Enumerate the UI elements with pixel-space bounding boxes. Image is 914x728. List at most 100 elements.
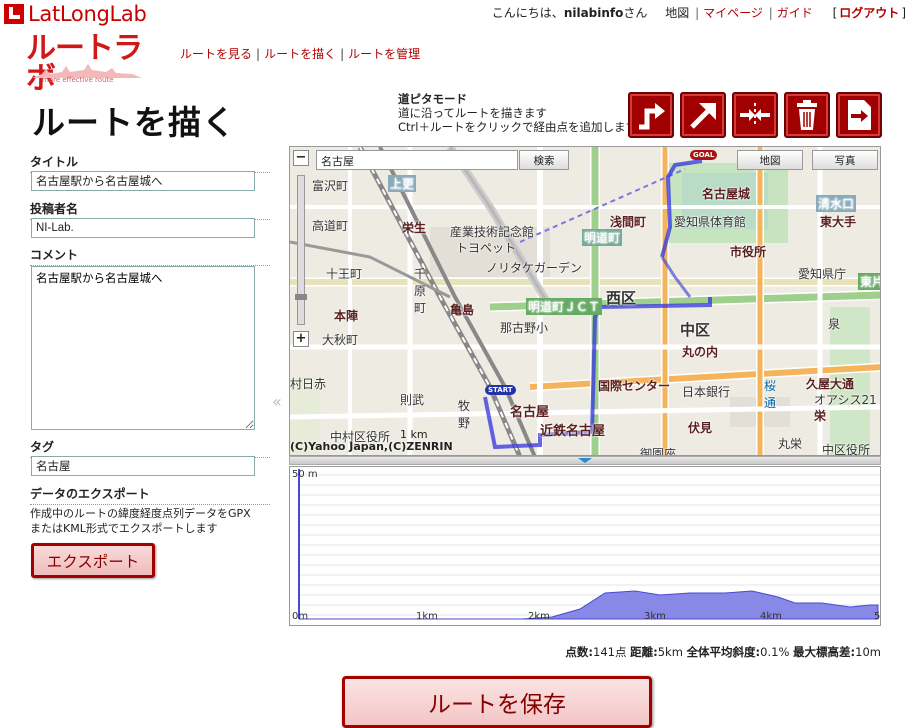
profile-y-top: 50 m xyxy=(292,469,318,480)
sub-nav-view-routes[interactable]: ルートを見る xyxy=(180,47,252,61)
map-search-input[interactable]: 名古屋 xyxy=(316,150,518,170)
delete-route-button[interactable] xyxy=(784,92,830,138)
zoom-slider[interactable] xyxy=(295,175,307,325)
map-label: 則武 xyxy=(400,393,425,407)
map-label: 十王町 xyxy=(326,267,363,281)
toggle-arrow-icon xyxy=(578,458,592,463)
elevation-chart xyxy=(298,469,880,620)
map-label: 伏見 xyxy=(688,421,713,435)
zoom-in-button[interactable]: + xyxy=(293,331,309,347)
map-label: 中区 xyxy=(680,321,711,339)
map-label: 桜通 xyxy=(764,379,777,410)
tag-input[interactable] xyxy=(31,456,255,476)
map-label: 牧野 xyxy=(458,399,471,430)
profile-x-tick: 1km xyxy=(416,611,438,622)
map-label: 愛知県体育館 xyxy=(674,215,747,229)
author-input[interactable] xyxy=(31,218,255,238)
page-title: ルートを描く xyxy=(32,103,236,142)
map-label: 産業技術記念館 xyxy=(450,225,535,239)
elevation-label: 最大標高差: xyxy=(793,645,856,659)
map-label: 清水口 xyxy=(816,195,857,212)
map-label: 上更 xyxy=(388,175,417,192)
comment-textarea[interactable]: 名古屋駅から名古屋城へ xyxy=(31,266,255,430)
save-route-button[interactable]: ルートを保存 xyxy=(342,676,652,728)
logout-link[interactable]: ログアウト xyxy=(839,6,899,20)
elevation-profile: 50 m 0m 1km 2km 3km 4km 5 xyxy=(289,466,881,626)
profile-x-tick: 5 xyxy=(874,611,881,622)
map-label: 日本銀行 xyxy=(682,385,731,399)
snap-route-button[interactable] xyxy=(628,92,674,138)
points-value: 141点 xyxy=(593,645,627,659)
nav-map-link[interactable]: 地図 xyxy=(665,6,689,20)
export-file-button[interactable] xyxy=(836,92,882,138)
nav-mypage-link[interactable]: マイページ xyxy=(703,6,763,20)
map-search-button[interactable]: 検索 xyxy=(519,150,569,170)
sub-nav: ルートを見る | ルートを描く | ルートを管理 xyxy=(180,47,421,61)
map-label: ノリタケガーデン xyxy=(486,261,583,275)
mode-title: 道ピタモード xyxy=(398,92,467,106)
map-label: 東片 xyxy=(858,273,880,290)
export-file-icon xyxy=(848,100,871,130)
map-label: 丸栄 xyxy=(778,437,803,451)
map-label: 泉 xyxy=(828,317,841,331)
map-label: 名古屋城 xyxy=(702,187,751,201)
points-label: 点数: xyxy=(565,645,593,659)
slope-label: 全体平均斜度: xyxy=(686,645,761,659)
profile-toggle-bar[interactable] xyxy=(289,456,881,465)
route-goal-marker[interactable]: GOAL xyxy=(690,150,718,160)
brand-mark-icon xyxy=(4,4,24,24)
map-label: 西区 xyxy=(606,289,637,307)
zoom-out-button[interactable]: − xyxy=(293,150,309,166)
profile-x-tick: 2km xyxy=(528,611,550,622)
map-label: 名古屋 xyxy=(510,405,550,420)
brand-name: LatLongLab xyxy=(28,2,147,26)
map-label: 近鉄名古屋 xyxy=(540,424,606,439)
map-type-photo-button[interactable]: 写真 xyxy=(812,150,878,170)
collapse-panel-icon[interactable]: « xyxy=(272,392,282,411)
map-label: 千原町 xyxy=(414,267,427,315)
map-type-map-button[interactable]: 地図 xyxy=(737,150,803,170)
distance-label: 距離: xyxy=(630,645,658,659)
map-label: 大秋町 xyxy=(322,333,359,347)
route-start-marker[interactable]: START xyxy=(485,385,516,395)
zoom-slider-thumb[interactable] xyxy=(295,294,307,300)
export-button[interactable]: エクスポート xyxy=(31,543,155,578)
toolbar xyxy=(628,92,882,138)
map-label: 村日赤 xyxy=(290,377,327,391)
map-copyright: (C)Yahoo Japan,(C)ZENRIN xyxy=(290,440,453,453)
brand-logo[interactable]: LatLongLab xyxy=(4,3,147,25)
elevation-value: 10m xyxy=(855,645,881,659)
map-label: 愛知県庁 xyxy=(798,267,847,281)
map-label: オアシス21 xyxy=(814,393,877,407)
map-label: 明道町 xyxy=(582,229,623,246)
tag-label: タグ xyxy=(30,438,270,458)
map-label: 栄生 xyxy=(402,221,427,235)
snap-route-icon xyxy=(639,103,665,130)
map-label: 高道町 xyxy=(312,219,349,233)
waypoint-button[interactable] xyxy=(732,92,778,138)
map-label: 久屋大通 xyxy=(806,377,855,391)
profile-x-tick: 3km xyxy=(644,611,666,622)
map-label: 亀島 xyxy=(450,303,475,317)
map-label: 国際センター xyxy=(598,379,671,393)
straight-line-button[interactable] xyxy=(680,92,726,138)
map-label: 栄 xyxy=(814,409,827,423)
export-desc-line1: 作成中のルートの緯度経度点列データをGPX xyxy=(30,507,251,520)
nav-guide-link[interactable]: ガイド xyxy=(777,6,813,20)
title-input[interactable] xyxy=(31,171,255,191)
route-lab-logo[interactable]: ルートラボ more effective route xyxy=(26,34,148,94)
distance-value: 5km xyxy=(657,645,683,659)
honorific: さん xyxy=(623,6,648,20)
sub-nav-manage-routes[interactable]: ルートを管理 xyxy=(348,47,420,61)
profile-x-tick: 4km xyxy=(760,611,782,622)
map-label: 東大手 xyxy=(820,215,857,229)
waypoint-icon xyxy=(740,103,770,127)
username: nilabinfo xyxy=(563,6,624,20)
map-label: トヨペット xyxy=(456,241,517,255)
profile-y-bottom: 0m xyxy=(292,611,309,622)
greeting-text: こんにちは、 xyxy=(491,6,564,20)
export-heading: データのエクスポート xyxy=(30,485,270,505)
route-map[interactable]: − + 名古屋 検索 地図 写真 富沢町 上更 栄生 産業技術記念館 トヨペット… xyxy=(289,146,881,456)
sub-nav-draw-route[interactable]: ルートを描く xyxy=(264,47,336,61)
slope-value: 0.1% xyxy=(760,645,790,659)
